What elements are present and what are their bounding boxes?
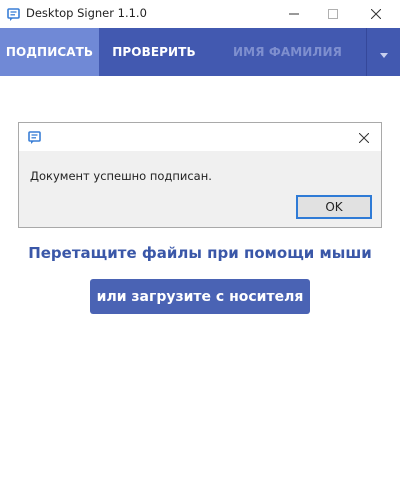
maximize-button[interactable] (318, 0, 348, 26)
minimize-button[interactable] (279, 0, 309, 26)
drop-hint: Перетащите файлы при помощи мыши (28, 244, 372, 262)
message-dialog: Документ успешно подписан. OK (18, 122, 382, 228)
minimize-icon (289, 4, 299, 23)
window-titlebar: Desktop Signer 1.1.0 (0, 0, 400, 28)
document-chat-icon (7, 7, 20, 26)
window-title: Desktop Signer 1.1.0 (26, 6, 147, 20)
close-button[interactable] (361, 0, 391, 26)
chevron-down-icon (380, 43, 388, 62)
user-dropdown-button[interactable] (366, 28, 400, 76)
close-icon (358, 128, 370, 147)
close-icon (370, 4, 382, 23)
document-chat-icon (28, 130, 41, 149)
user-name-tab[interactable]: ИМЯ ФАМИЛИЯ (209, 28, 366, 76)
maximize-icon (328, 4, 338, 23)
ok-button[interactable]: OK (296, 195, 372, 219)
upload-button[interactable]: или загрузите с носителя (90, 279, 310, 314)
tab-sign[interactable]: ПОДПИСАТЬ (0, 28, 99, 76)
tab-verify[interactable]: ПРОВЕРИТЬ (99, 28, 209, 76)
dialog-message: Документ успешно подписан. (30, 169, 212, 183)
main-navbar: ПОДПИСАТЬ ПРОВЕРИТЬ ИМЯ ФАМИЛИЯ (0, 28, 400, 76)
dialog-close-button[interactable] (355, 128, 373, 146)
dialog-titlebar (19, 123, 381, 151)
